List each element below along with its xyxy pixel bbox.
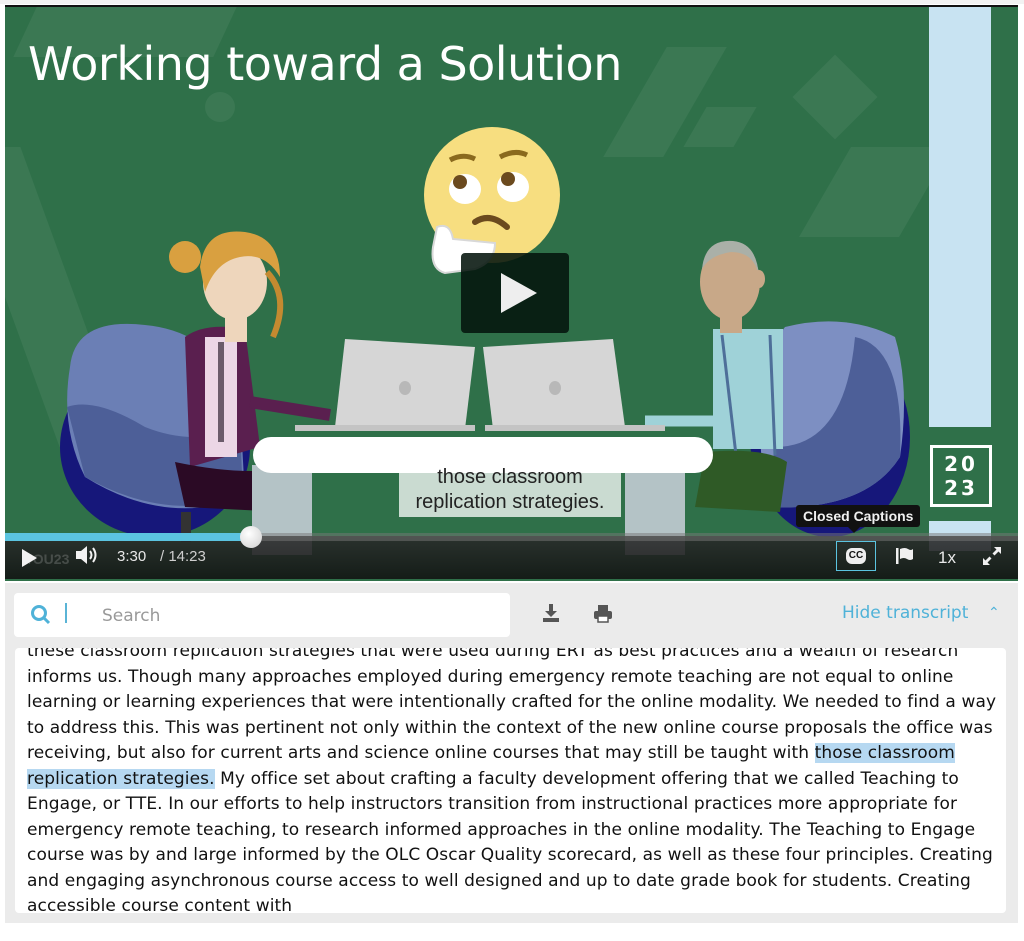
flag-button[interactable] <box>894 546 914 570</box>
closed-captions-tooltip: Closed Captions <box>796 505 921 533</box>
print-icon <box>594 605 612 623</box>
page-top-border <box>0 0 1024 4</box>
search-icon[interactable] <box>30 604 52 631</box>
transcript-text-area[interactable]: these classroom replication strategies t… <box>15 648 1006 913</box>
fullscreen-button[interactable] <box>981 545 1003 571</box>
thinking-emoji <box>424 127 560 275</box>
transcript-body: these classroom replication strategies t… <box>27 648 999 913</box>
cc-icon: CC <box>845 548 867 564</box>
transcript-text[interactable]: My office set about crafting a faculty d… <box>27 769 993 914</box>
big-play-button[interactable] <box>461 253 569 333</box>
caption-line: those classroom <box>437 466 583 488</box>
search-separator <box>65 603 67 623</box>
flag-icon <box>896 548 913 564</box>
playback-speed-button[interactable]: 1x <box>938 548 956 568</box>
current-time: 3:30 <box>117 548 147 565</box>
download-icon <box>543 604 559 622</box>
total-duration: / 14:23 <box>160 548 206 565</box>
closed-captions-button[interactable]: CC <box>836 541 876 571</box>
hide-transcript-button[interactable]: Hide transcript <box>842 603 968 623</box>
fullscreen-icon <box>983 547 1001 565</box>
progress-fill <box>5 533 251 541</box>
volume-icon <box>76 546 97 564</box>
progress-handle[interactable] <box>240 526 262 548</box>
play-button[interactable] <box>22 549 37 567</box>
download-transcript-button[interactable] <box>541 603 561 628</box>
progress-slider[interactable] <box>5 526 1018 548</box>
volume-button[interactable] <box>74 544 98 570</box>
closed-caption-text: those classroom replication strategies. <box>399 464 621 517</box>
chevron-up-icon[interactable]: ⌃ <box>988 604 1000 621</box>
print-transcript-button[interactable] <box>592 604 614 629</box>
video-player[interactable]: Working toward a Solution 20 23 those cl… <box>5 5 1018 581</box>
caption-line: replication strategies. <box>415 491 605 513</box>
laptops <box>295 339 665 431</box>
transcript-search-input[interactable] <box>100 603 484 629</box>
